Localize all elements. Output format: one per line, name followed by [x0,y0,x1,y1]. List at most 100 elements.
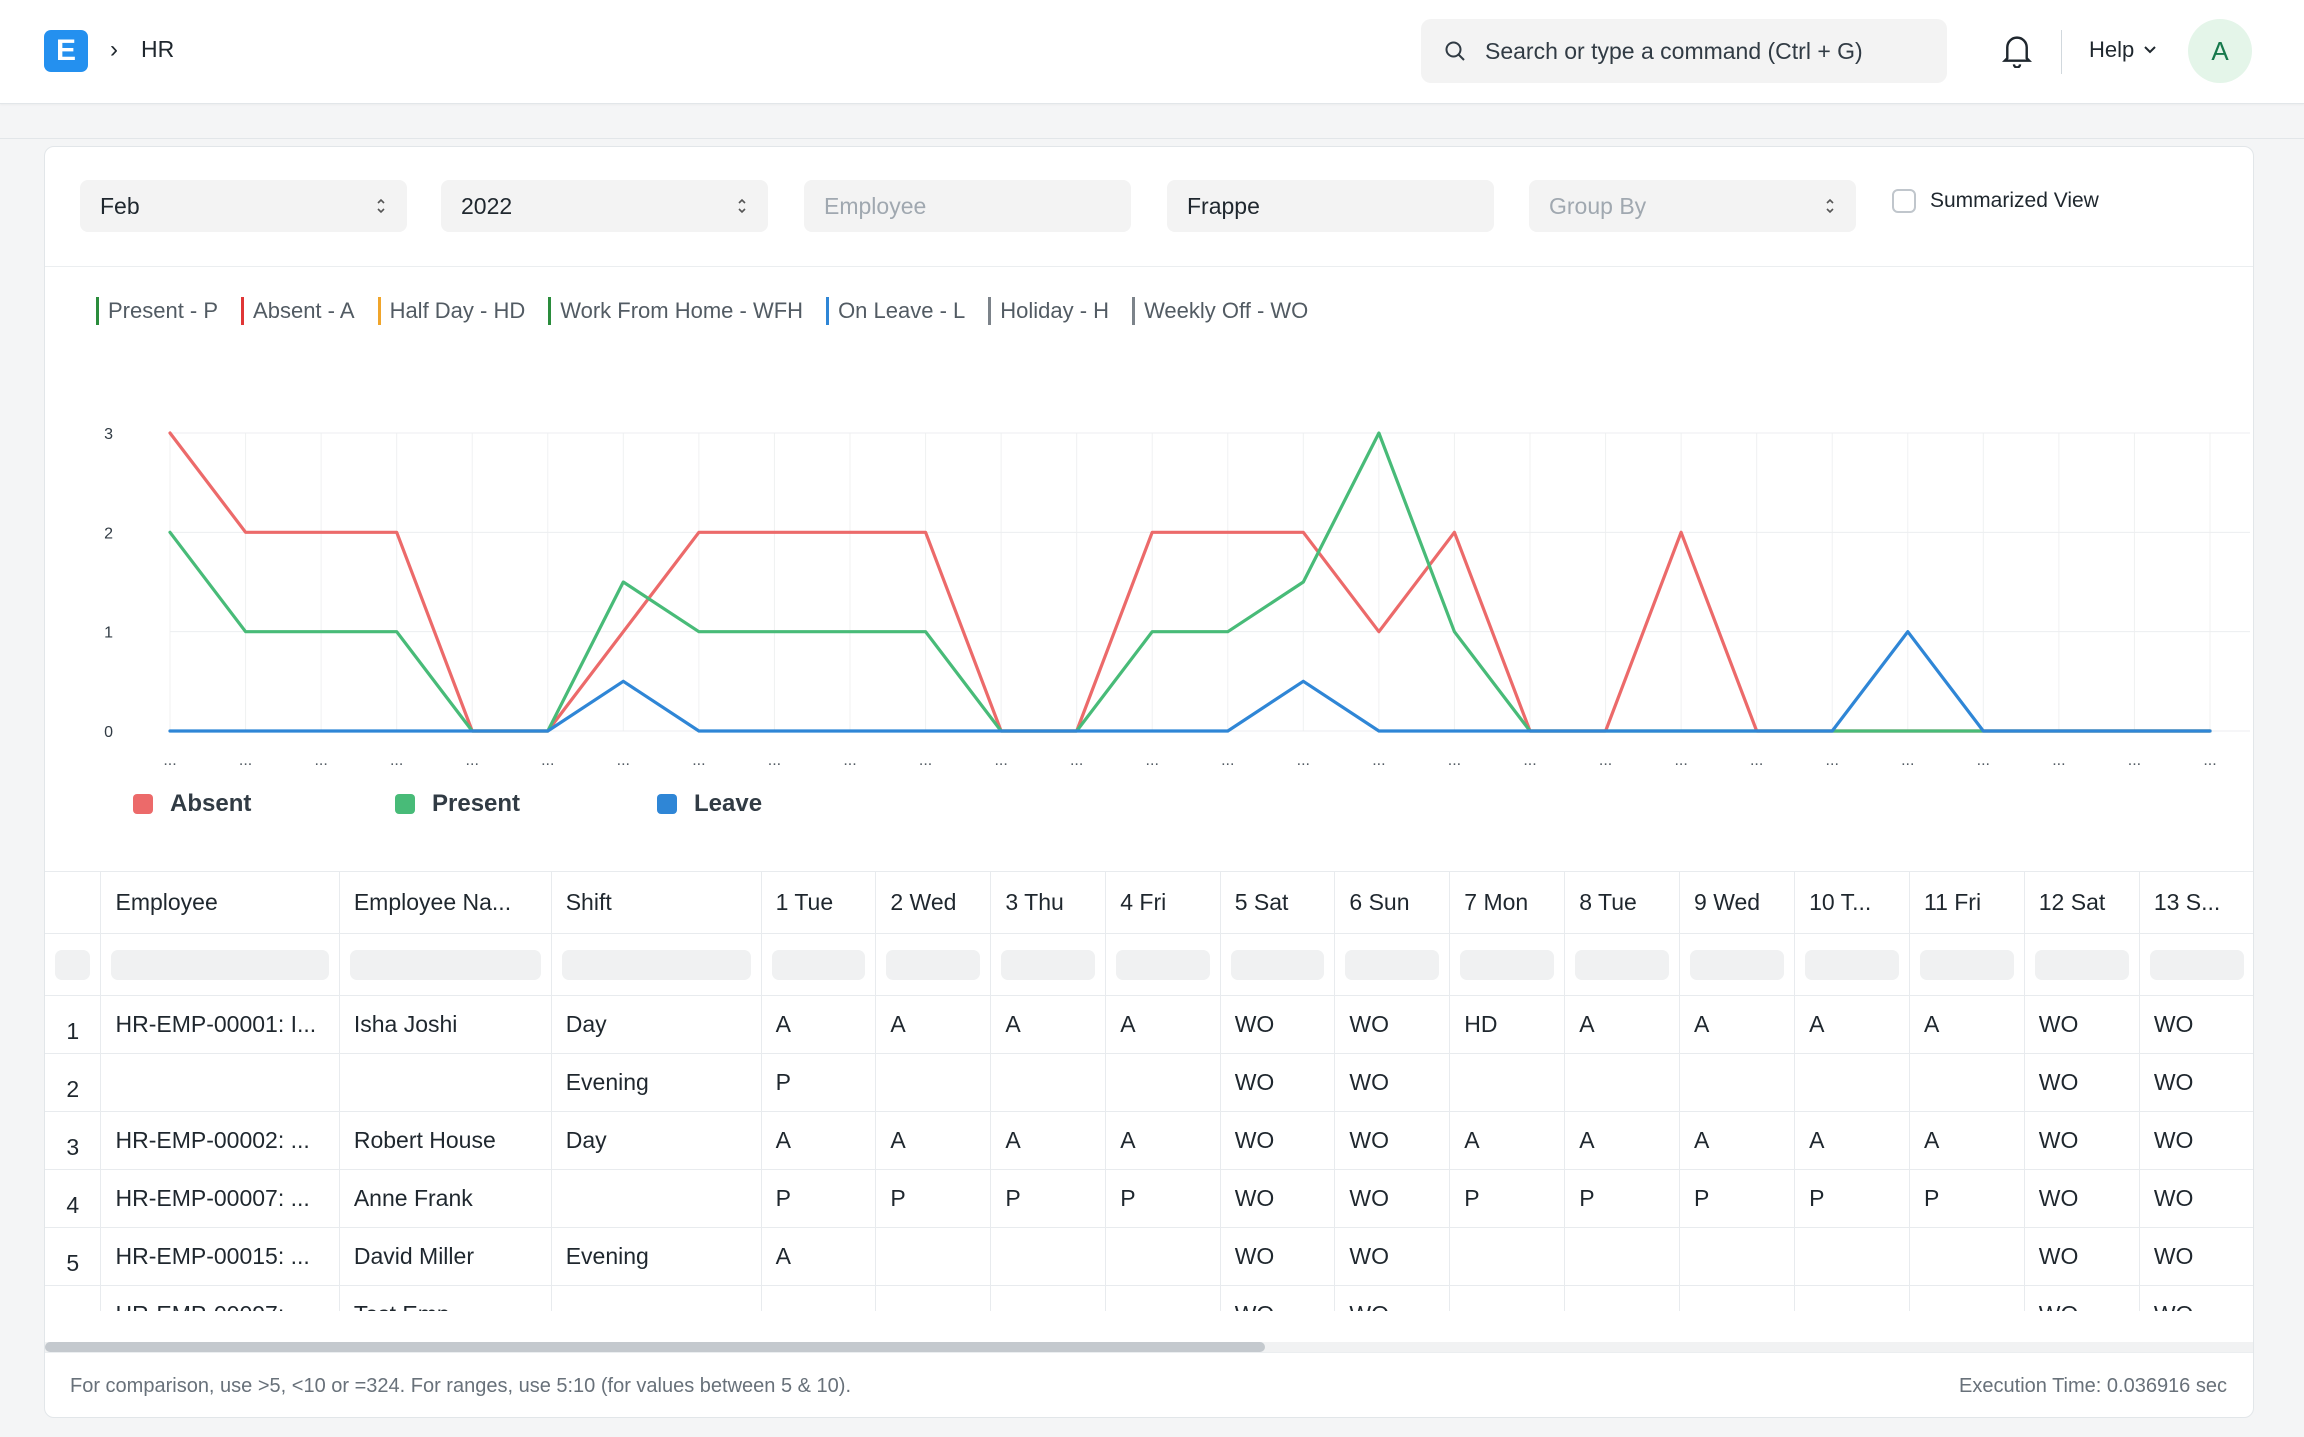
column-filter-cell[interactable] [339,933,552,996]
company-input[interactable]: Frappe [1167,180,1494,232]
employee-input[interactable]: Employee [804,180,1131,232]
column-filter-input[interactable] [886,949,981,980]
summarized-view-toggle[interactable]: Summarized View [1892,189,2099,213]
column-filter-input[interactable] [2149,949,2244,980]
shift-cell[interactable]: Evening [551,1227,762,1286]
column-filter-cell[interactable] [1909,933,2025,996]
attendance-cell[interactable]: WO [1220,1227,1336,1286]
chart-legend-item[interactable]: Leave [657,790,919,818]
attendance-cell[interactable]: WO [1220,1285,1336,1311]
column-filter-input[interactable] [2034,949,2129,980]
column-filter-cell[interactable] [761,933,877,996]
attendance-cell[interactable]: P [1679,1169,1796,1228]
attendance-cell[interactable]: P [1794,1169,1910,1228]
attendance-cell[interactable]: WO [1220,1169,1336,1228]
row-number[interactable]: 6 [45,1285,102,1311]
bell-icon[interactable] [2002,34,2032,68]
employee-name-cell[interactable]: Robert House [339,1111,552,1170]
employee-cell[interactable]: HR-EMP-00001: I... [100,995,340,1054]
avatar[interactable]: A [2188,19,2252,83]
attendance-cell[interactable]: P [1449,1169,1566,1228]
column-filter-cell[interactable] [1220,933,1336,996]
attendance-cell[interactable]: A [875,1111,992,1170]
column-filter-input[interactable] [771,949,866,980]
column-header[interactable]: 5 Sat [1220,871,1336,934]
column-filter-cell[interactable] [100,933,340,996]
attendance-cell[interactable]: WO [1334,1169,1451,1228]
column-filter-cell[interactable] [1564,933,1681,996]
column-filter-cell[interactable] [1334,933,1451,996]
shift-cell[interactable] [551,1285,762,1311]
attendance-cell[interactable] [761,1285,877,1311]
shift-cell[interactable]: Evening [551,1053,762,1112]
attendance-cell[interactable] [1679,1285,1796,1311]
attendance-cell[interactable] [1449,1227,1566,1286]
chart-legend-item[interactable]: Absent [133,790,395,818]
attendance-cell[interactable]: WO [2139,1285,2253,1311]
app-logo[interactable]: E [44,30,88,72]
column-header[interactable]: Employee Na... [339,871,552,934]
column-header[interactable]: 9 Wed [1679,871,1796,934]
column-filter-cell[interactable] [2139,933,2253,996]
attendance-cell[interactable]: WO [2024,1227,2140,1286]
employee-cell[interactable]: HR-EMP-00002: ... [100,1111,340,1170]
attendance-cell[interactable]: A [1909,1111,2025,1170]
column-filter-input[interactable] [1805,949,1899,980]
attendance-cell[interactable] [990,1053,1107,1112]
attendance-cell[interactable] [1449,1053,1566,1112]
attendance-cell[interactable] [1679,1053,1796,1112]
column-filter-input[interactable] [1116,949,1210,980]
attendance-cell[interactable]: A [1679,1111,1796,1170]
attendance-cell[interactable]: A [1909,995,2025,1054]
attendance-cell[interactable]: A [1449,1111,1566,1170]
attendance-cell[interactable]: A [761,1227,877,1286]
employee-name-cell[interactable]: Anne Frank [339,1169,552,1228]
column-filter-cell[interactable] [1679,933,1796,996]
attendance-cell[interactable] [1909,1053,2025,1112]
column-filter-input[interactable] [1919,949,2014,980]
attendance-cell[interactable]: A [1564,995,1681,1054]
attendance-cell[interactable]: P [990,1169,1107,1228]
attendance-cell[interactable]: P [761,1053,877,1112]
attendance-cell[interactable]: WO [2024,995,2140,1054]
attendance-cell[interactable]: WO [1334,1053,1451,1112]
employee-cell[interactable]: HR-EMP-00007: ... [100,1169,340,1228]
attendance-cell[interactable]: WO [2024,1169,2140,1228]
column-header[interactable]: Employee [100,871,340,934]
column-filter-input[interactable] [1230,949,1325,980]
attendance-cell[interactable]: A [990,995,1107,1054]
attendance-cell[interactable]: WO [1220,995,1336,1054]
attendance-cell[interactable]: HD [1449,995,1566,1054]
attendance-cell[interactable]: WO [1334,1285,1451,1311]
row-number[interactable]: 4 [45,1169,102,1228]
column-filter-input[interactable] [561,949,751,980]
column-header[interactable]: Shift [551,871,762,934]
attendance-cell[interactable]: WO [2024,1053,2140,1112]
column-header[interactable]: 3 Thu [990,871,1107,934]
employee-name-cell[interactable]: Isha Joshi [339,995,552,1054]
attendance-cell[interactable] [1449,1285,1566,1311]
column-header[interactable]: 10 T... [1794,871,1910,934]
row-number[interactable]: 2 [45,1053,102,1112]
column-filter-input[interactable] [1001,949,1096,980]
column-filter-input[interactable] [111,949,329,980]
column-filter-cell[interactable] [1105,933,1221,996]
employee-name-cell[interactable]: David Miller [339,1227,552,1286]
column-header[interactable]: 6 Sun [1334,871,1451,934]
column-header[interactable]: 2 Wed [875,871,992,934]
help-dropdown[interactable]: Help [2089,37,2158,63]
attendance-cell[interactable]: A [1105,995,1221,1054]
attendance-cell[interactable] [1679,1227,1796,1286]
attendance-cell[interactable]: P [1564,1169,1681,1228]
attendance-cell[interactable]: A [1564,1111,1681,1170]
shift-cell[interactable]: Day [551,1111,762,1170]
attendance-cell[interactable]: WO [1334,1111,1451,1170]
attendance-cell[interactable]: WO [2139,1053,2253,1112]
attendance-cell[interactable]: WO [2024,1111,2140,1170]
column-filter-cell[interactable] [45,933,102,996]
scrollbar-thumb[interactable] [45,1342,1265,1352]
attendance-cell[interactable] [1564,1285,1681,1311]
attendance-cell[interactable]: WO [1334,995,1451,1054]
column-filter-input[interactable] [55,949,91,980]
column-filter-input[interactable] [1345,949,1440,980]
